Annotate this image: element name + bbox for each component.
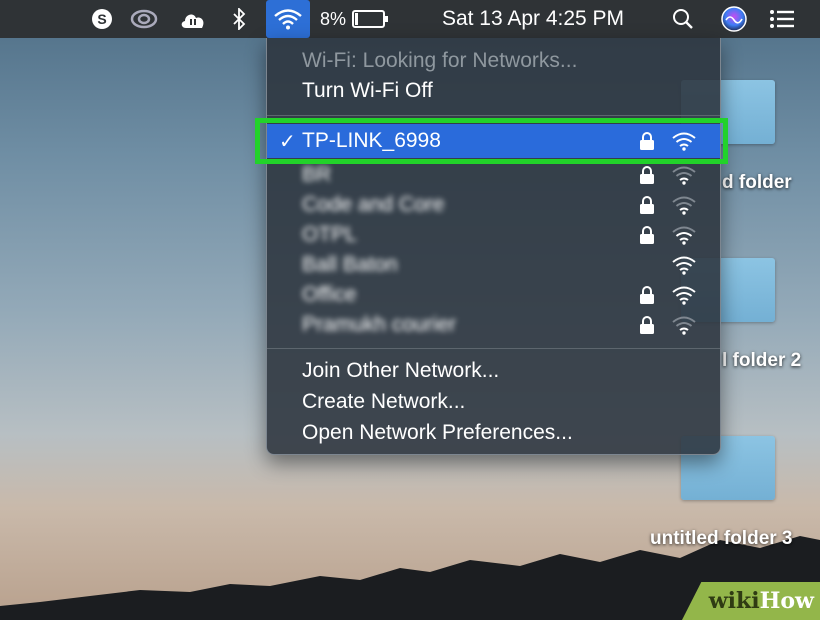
creative-cloud-icon[interactable] [126,0,162,38]
wifi-status: Wi-Fi: Looking for Networks... [267,46,720,76]
cloud-icon[interactable] [176,0,210,38]
wifi-status-label: Wi-Fi: Looking for Networks... [302,49,578,72]
wifi-signal-icon [672,166,696,185]
battery-percent: 8% [320,8,347,29]
network-item[interactable]: Code and Core [267,190,720,220]
network-item[interactable]: Pramukh courier [267,310,720,340]
network-name: TP-LINK_6998 [302,129,441,152]
watermark-wiki: wiki [708,588,760,614]
wifi-menu: Wi-Fi: Looking for Networks... Turn Wi-F… [266,38,721,455]
network-name: Ball Baton [302,253,398,276]
lock-icon [640,226,654,244]
wifi-signal-icon [672,316,696,335]
network-item[interactable]: Office [267,280,720,310]
network-name: Code and Core [302,193,445,216]
open-network-preferences-item[interactable]: Open Network Preferences... [267,418,720,448]
siri-icon[interactable] [718,0,750,38]
lock-icon [640,286,654,304]
battery-status[interactable]: 8% [320,0,410,38]
network-item-tp-link-6998[interactable]: ✓ TP-LINK_6998 [267,124,720,158]
turn-wifi-off-item[interactable]: Turn Wi-Fi Off [267,76,720,106]
network-item[interactable]: OTPL [267,220,720,250]
network-name: OTPL [302,223,357,246]
notification-center-icon[interactable] [764,0,800,38]
network-name: Pramukh courier [302,313,457,336]
wifi-signal-icon [672,132,696,151]
skype-icon[interactable]: S [88,0,116,38]
folder-label[interactable]: l folder 2 [722,350,801,372]
clock[interactable]: Sat 13 Apr 4:25 PM [426,0,640,38]
wifi-signal-icon [672,196,696,215]
separator [267,115,720,116]
join-other-network-label: Join Other Network... [302,359,500,382]
network-name: BR [302,163,332,186]
network-item[interactable]: BR [267,160,720,190]
lock-icon [640,316,654,334]
wifi-signal-icon [672,256,696,275]
battery-icon [352,10,389,28]
join-other-network-item[interactable]: Join Other Network... [267,356,720,386]
wifi-signal-icon [672,286,696,305]
checkmark-icon: ✓ [279,130,296,153]
svg-text:S: S [97,11,106,27]
menu-bar: S 8% Sat 13 Apr 4:25 PM [0,0,820,38]
bluetooth-icon[interactable] [226,0,252,38]
wifi-signal-icon [672,226,696,245]
lock-icon [640,166,654,184]
open-network-preferences-label: Open Network Preferences... [302,421,573,444]
create-network-label: Create Network... [302,390,466,413]
create-network-item[interactable]: Create Network... [267,387,720,417]
folder-label[interactable]: d folder [722,172,792,194]
folder-label[interactable]: untitled folder 3 [650,528,793,550]
turn-wifi-off-label: Turn Wi-Fi Off [302,79,433,102]
separator [267,348,720,349]
lock-icon [640,196,654,214]
wifi-icon[interactable] [266,0,310,38]
network-item[interactable]: Ball Baton [267,250,720,280]
watermark-how: How [759,588,814,614]
network-name: Office [302,283,357,306]
spotlight-search-icon[interactable] [668,0,698,38]
lock-icon [640,132,654,150]
wikihow-watermark: wiki How [682,582,820,620]
